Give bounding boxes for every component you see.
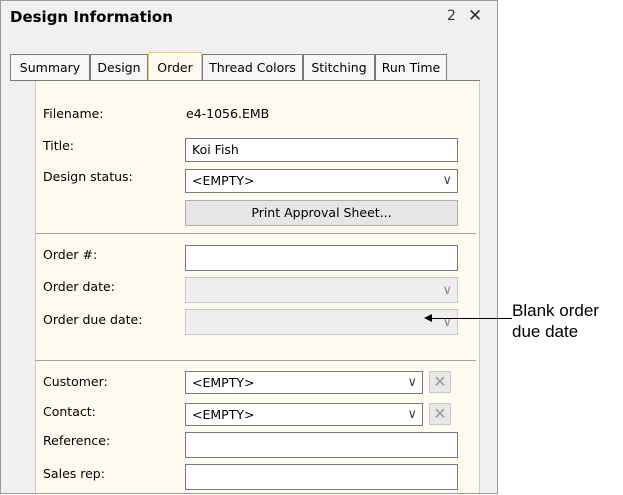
tab-summary[interactable]: Summary [10, 54, 90, 81]
order-number-label: Order #: [43, 247, 98, 262]
customer-select[interactable]: <EMPTY> ∨ [185, 371, 423, 394]
contact-value: <EMPTY> [192, 407, 255, 422]
sales-rep-input[interactable] [185, 464, 458, 490]
tab-stitching[interactable]: Stitching [303, 54, 375, 81]
close-icon[interactable]: ✕ [468, 6, 482, 26]
reference-label: Reference: [43, 433, 111, 448]
panel-title: Design Information [10, 8, 173, 26]
customer-label: Customer: [43, 374, 108, 389]
design-status-value: <EMPTY> [192, 173, 255, 188]
design-status-label: Design status: [43, 169, 133, 184]
design-status-select[interactable]: <EMPTY> ∨ [185, 169, 458, 193]
filename-label: Filename: [43, 106, 104, 121]
tab-design[interactable]: Design [90, 54, 148, 81]
section-divider [35, 360, 476, 361]
tab-thread-colors[interactable]: Thread Colors [202, 54, 303, 81]
section-divider [35, 233, 476, 234]
clear-customer-x-icon[interactable]: ✕ [429, 371, 451, 393]
chevron-down-icon: ∨ [442, 315, 452, 330]
reference-input[interactable] [185, 432, 458, 458]
callout-text: Blank order due date [512, 300, 599, 342]
panel-titlebar: Design Information 𝟤 ✕ [1, 1, 497, 35]
contact-label: Contact: [43, 404, 96, 419]
pin-icon[interactable]: 𝟤 [447, 8, 456, 24]
sales-rep-label: Sales rep: [43, 466, 105, 481]
print-approval-sheet-button[interactable]: Print Approval Sheet... [185, 200, 458, 226]
design-information-panel: Design Information 𝟤 ✕ Summary Design Or… [0, 0, 498, 494]
order-date-picker[interactable]: ∨ [185, 277, 458, 303]
chevron-down-icon: ∨ [407, 407, 417, 422]
filename-value: e4-1056.EMB [186, 106, 270, 121]
clear-contact-x-icon[interactable]: ✕ [429, 403, 451, 425]
title-label: Title: [43, 138, 74, 153]
tab-run-time[interactable]: Run Time [375, 54, 447, 81]
chevron-down-icon: ∨ [442, 283, 452, 298]
tab-order[interactable]: Order [148, 52, 202, 81]
chevron-down-icon: ∨ [442, 173, 452, 188]
customer-value: <EMPTY> [192, 375, 255, 390]
order-due-date-label: Order due date: [43, 312, 143, 327]
callout-line-1: Blank order [512, 301, 599, 320]
chevron-down-icon: ∨ [407, 375, 417, 390]
contact-select[interactable]: <EMPTY> ∨ [185, 403, 423, 426]
order-number-input[interactable] [185, 245, 458, 271]
title-input[interactable]: Koi Fish [185, 138, 458, 162]
order-due-date-picker[interactable]: ∨ [185, 309, 458, 335]
order-date-label: Order date: [43, 279, 115, 294]
callout-leader-line [430, 318, 512, 319]
callout-line-2: due date [512, 322, 579, 341]
title-input-value: Koi Fish [192, 142, 239, 157]
